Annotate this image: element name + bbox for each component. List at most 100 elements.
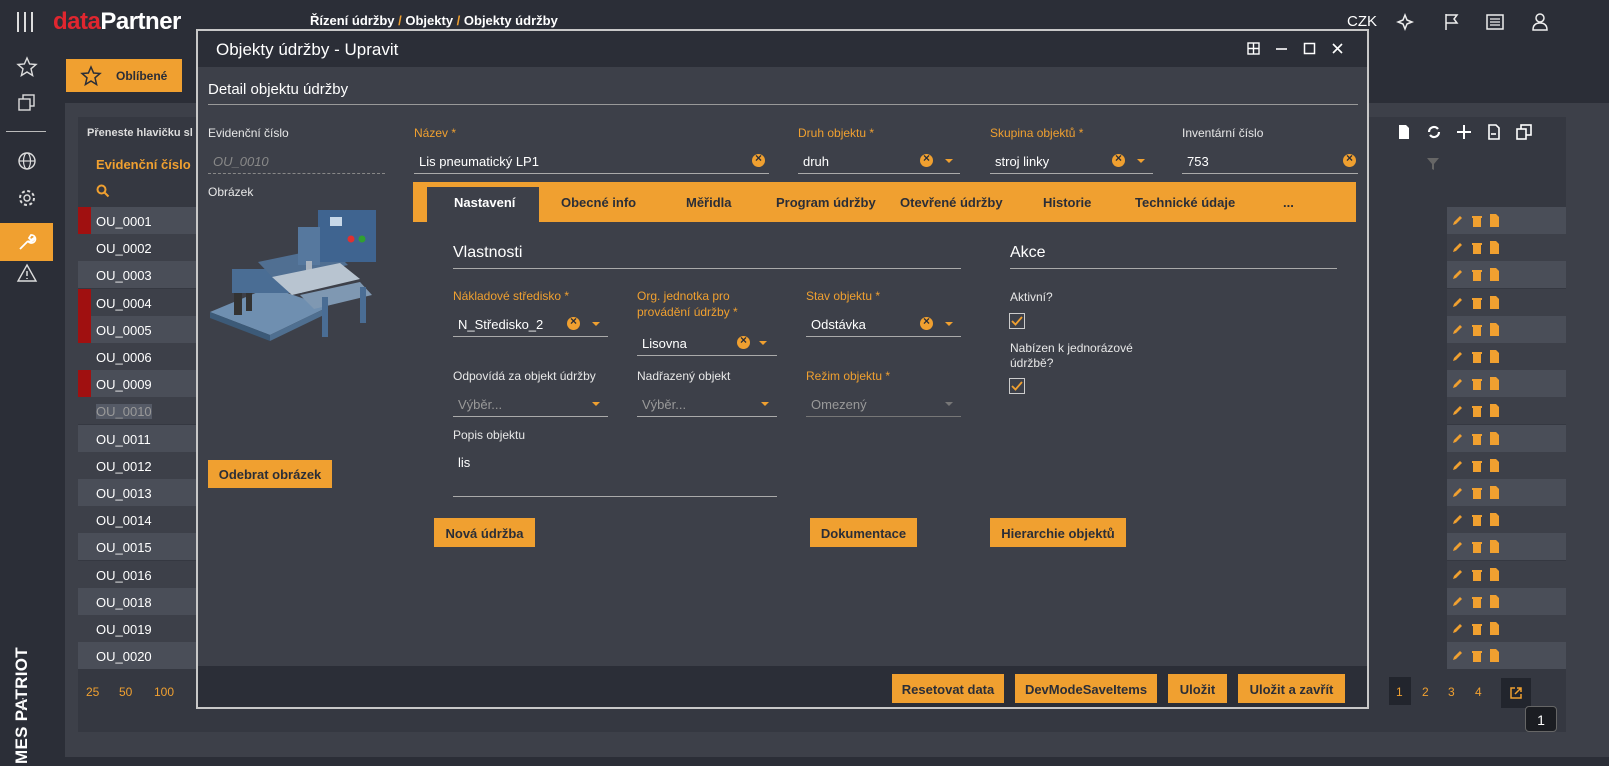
favorites-button[interactable]: Oblíbené — [66, 59, 182, 92]
edit-pencil-icon[interactable] — [1451, 459, 1464, 472]
org-unit-dropdown-icon[interactable] — [759, 341, 767, 345]
document-icon[interactable] — [1489, 350, 1500, 363]
hierarchy-button[interactable]: Hierarchie objektů — [990, 518, 1126, 547]
breadcrumb-item[interactable]: Objekty — [405, 13, 453, 28]
save-button[interactable]: Uložit — [1168, 674, 1227, 703]
responsible-field[interactable]: Výběr... — [453, 391, 608, 417]
edit-pencil-icon[interactable] — [1451, 622, 1464, 635]
tab-settings[interactable]: Nastavení — [454, 195, 515, 210]
page-4[interactable]: 4 — [1475, 685, 1482, 699]
refresh-icon[interactable] — [1426, 124, 1442, 140]
clear-org-unit-icon[interactable] — [737, 333, 750, 349]
parent-object-dropdown-icon[interactable] — [761, 402, 769, 406]
document-icon[interactable] — [1489, 377, 1500, 391]
clear-group-icon[interactable] — [1112, 151, 1125, 167]
documentation-button[interactable]: Dokumentace — [810, 518, 917, 547]
delete-icon[interactable] — [1471, 404, 1483, 418]
import-icon[interactable] — [1487, 124, 1501, 140]
gear-icon[interactable] — [16, 187, 38, 209]
breadcrumb-item[interactable]: Řízení údržby — [310, 13, 395, 28]
org-unit-field[interactable]: Lisovna — [637, 330, 777, 356]
state-dropdown-icon[interactable] — [945, 322, 953, 326]
table-row[interactable]: OU_0004 — [78, 288, 203, 316]
group-dropdown-icon[interactable] — [1137, 159, 1145, 163]
delete-icon[interactable] — [1471, 241, 1483, 255]
hamburger-icon[interactable] — [16, 12, 34, 32]
document-icon[interactable] — [1489, 431, 1500, 445]
minimize-icon[interactable] — [1275, 42, 1288, 55]
edit-pencil-icon[interactable] — [1451, 377, 1464, 390]
table-row[interactable]: OU_0011 — [78, 424, 203, 452]
table-row[interactable]: OU_0009 — [78, 370, 203, 398]
parent-object-field[interactable]: Výběr... — [637, 391, 777, 417]
reset-data-button[interactable]: Resetovat data — [892, 674, 1004, 703]
cost-center-dropdown-icon[interactable] — [592, 322, 600, 326]
document-icon[interactable] — [1489, 404, 1500, 418]
delete-icon[interactable] — [1471, 486, 1483, 499]
edit-pencil-icon[interactable] — [1451, 568, 1464, 581]
table-row[interactable]: OU_0001 — [78, 207, 203, 234]
edit-pencil-icon[interactable] — [1451, 486, 1464, 499]
tab-more[interactable]: ... — [1283, 195, 1294, 210]
delete-icon[interactable] — [1471, 432, 1483, 445]
tab-general-info[interactable]: Obecné info — [561, 195, 636, 210]
delete-icon[interactable] — [1471, 323, 1483, 336]
filter-icon[interactable] — [1426, 157, 1440, 171]
delete-icon[interactable] — [1471, 268, 1483, 282]
delete-icon[interactable] — [1471, 540, 1483, 554]
cost-center-field[interactable]: N_Středisko_2 — [453, 311, 608, 337]
kind-field[interactable]: druh — [798, 148, 960, 174]
delete-icon[interactable] — [1471, 513, 1483, 527]
tab-open-maintenance[interactable]: Otevřené údržby — [900, 195, 1003, 210]
new-maintenance-button[interactable]: Nová údržba — [434, 518, 535, 547]
delete-icon[interactable] — [1471, 377, 1483, 391]
maximize-icon[interactable] — [1303, 42, 1316, 55]
globe-icon[interactable] — [16, 150, 38, 172]
responsible-dropdown-icon[interactable] — [592, 402, 600, 406]
copy-icon[interactable] — [16, 92, 38, 114]
edit-pencil-icon[interactable] — [1451, 241, 1464, 254]
document-icon[interactable] — [1489, 513, 1500, 527]
document-icon[interactable] — [1489, 458, 1500, 472]
active-checkbox[interactable] — [1009, 313, 1025, 329]
breadcrumb-item[interactable]: Objekty údržby — [464, 13, 558, 28]
table-row[interactable]: OU_0003 — [78, 261, 203, 289]
clear-name-icon[interactable] — [752, 151, 765, 167]
clear-inventory-icon[interactable] — [1343, 151, 1356, 167]
delete-icon[interactable] — [1471, 649, 1483, 663]
document-icon[interactable] — [1489, 241, 1500, 255]
edit-pencil-icon[interactable] — [1451, 350, 1464, 363]
currency-selector[interactable]: CZK — [1347, 13, 1377, 30]
page-2[interactable]: 2 — [1422, 685, 1429, 699]
grid-layout-icon[interactable] — [1247, 42, 1260, 55]
group-field[interactable]: stroj linky — [990, 148, 1153, 174]
notification-badge[interactable]: 1 — [1525, 706, 1557, 732]
tab-gauges[interactable]: Měřidla — [686, 195, 732, 210]
devmode-save-button[interactable]: DevModeSaveItems — [1015, 674, 1157, 703]
edit-pencil-icon[interactable] — [1451, 214, 1464, 227]
document-icon[interactable] — [1489, 486, 1500, 499]
page-size-25[interactable]: 25 — [86, 685, 99, 699]
edit-pencil-icon[interactable] — [1451, 404, 1464, 417]
open-external-button[interactable] — [1501, 678, 1531, 708]
delete-icon[interactable] — [1471, 459, 1483, 472]
page-size-100[interactable]: 100 — [154, 685, 174, 699]
delete-icon[interactable] — [1471, 595, 1483, 608]
close-icon[interactable] — [1331, 42, 1344, 55]
inventory-field[interactable]: 753 — [1182, 148, 1358, 174]
tab-history[interactable]: Historie — [1043, 195, 1091, 210]
edit-pencil-icon[interactable] — [1451, 296, 1464, 309]
document-icon[interactable] — [1489, 268, 1500, 282]
document-icon[interactable] — [1489, 540, 1500, 554]
rail-active-item[interactable] — [0, 223, 53, 261]
search-icon[interactable] — [96, 184, 110, 198]
description-field[interactable]: lis — [453, 449, 777, 497]
table-row[interactable]: OU_0005 — [78, 315, 203, 343]
favorite-sparkle-icon[interactable] — [1396, 12, 1416, 32]
edit-pencil-icon[interactable] — [1451, 323, 1464, 336]
document-icon[interactable] — [1489, 622, 1500, 635]
table-row[interactable]: OU_0020 — [78, 642, 203, 670]
clear-state-icon[interactable] — [920, 314, 933, 330]
table-row[interactable]: OU_0014 — [78, 506, 203, 534]
edit-pencil-icon[interactable] — [1451, 540, 1464, 553]
